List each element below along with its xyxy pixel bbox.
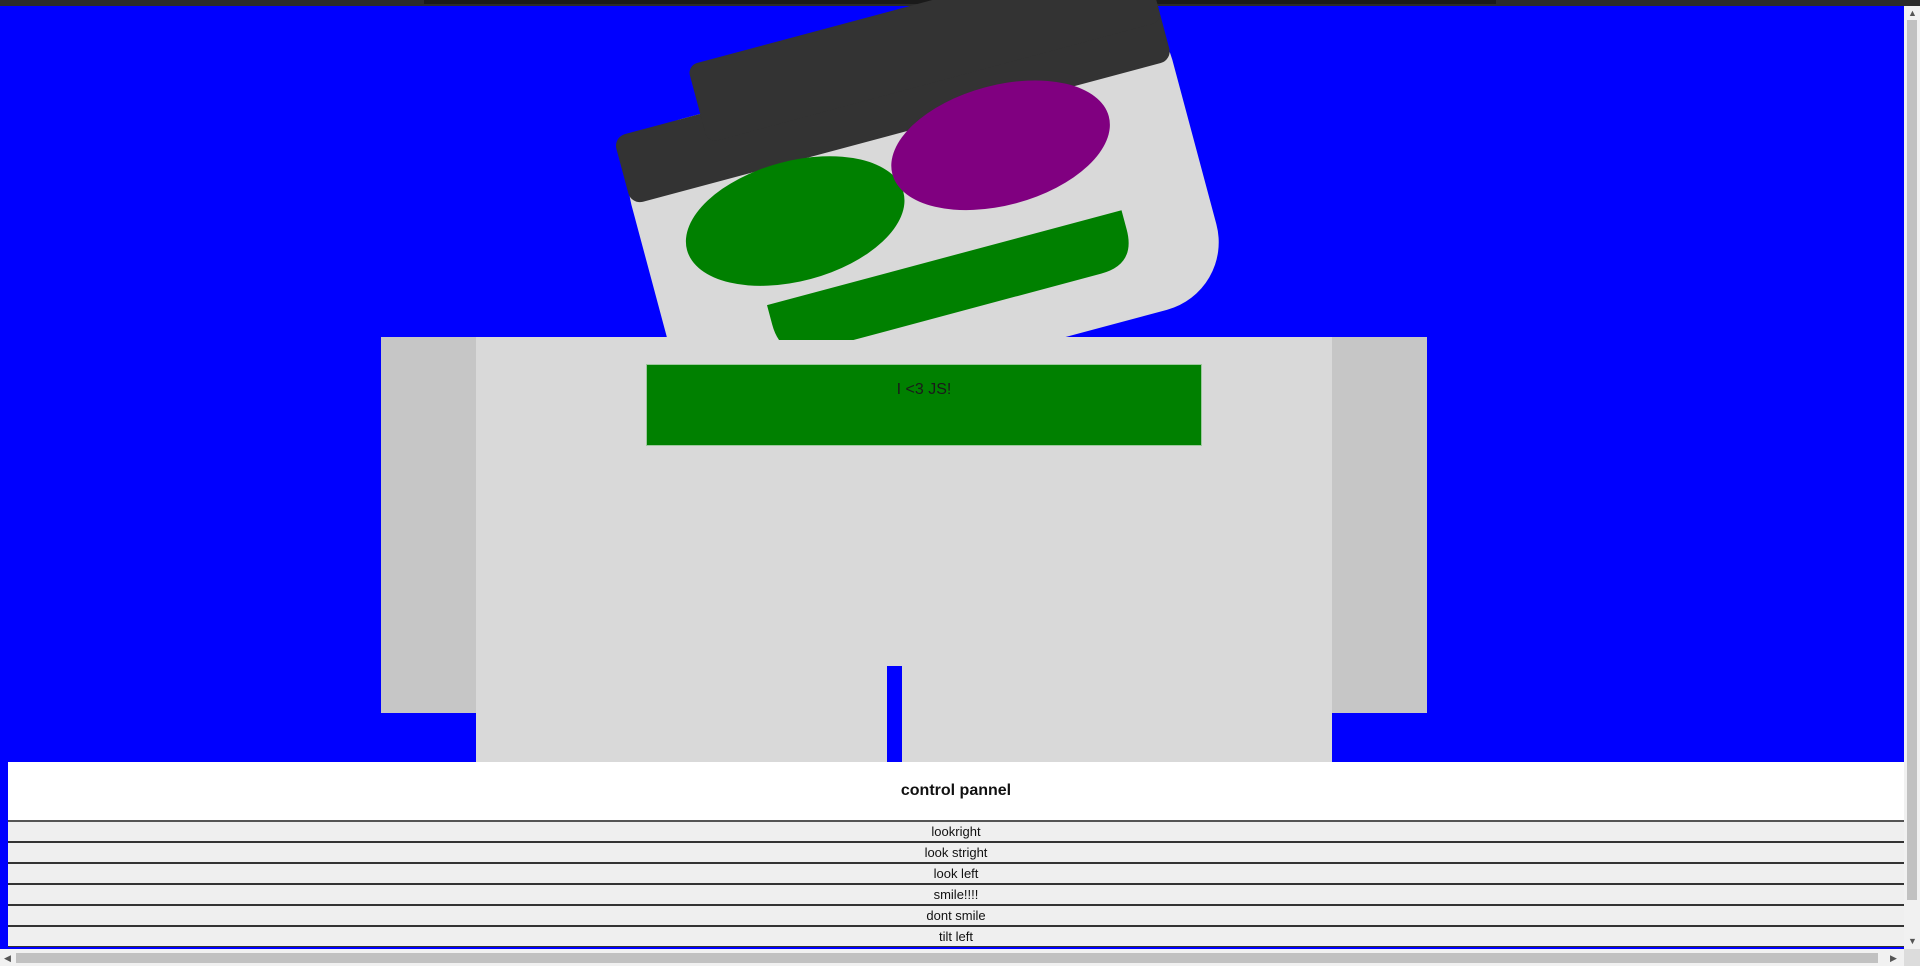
robot-head (616, 0, 1219, 340)
scroll-up-icon[interactable]: ▲ (1908, 8, 1917, 18)
robot-chest-screen: I <3 JS! (646, 364, 1202, 446)
horizontal-scroll-thumb[interactable] (16, 953, 1878, 963)
look-left-button[interactable]: look left (8, 864, 1904, 885)
control-panel: control pannel lookright look stright lo… (8, 762, 1904, 947)
shirt-text: I <3 JS! (896, 381, 952, 398)
look-right-button[interactable]: lookright (8, 822, 1904, 843)
dont-smile-button[interactable]: dont smile (8, 906, 1904, 927)
robot-right-arm (1332, 337, 1427, 713)
tilt-left-button[interactable]: tilt left (8, 927, 1904, 947)
scroll-right-icon[interactable]: ▶ (1890, 953, 1897, 963)
vertical-scroll-thumb[interactable] (1907, 20, 1917, 900)
horizontal-scrollbar[interactable]: ◀ ▶ (0, 949, 1904, 966)
look-straight-button[interactable]: look stright (8, 843, 1904, 864)
vertical-scrollbar[interactable]: ▲ ▼ (1904, 6, 1920, 949)
smile-button[interactable]: smile!!!! (8, 885, 1904, 906)
scroll-down-icon[interactable]: ▼ (1908, 936, 1917, 946)
robot-leg-gap (887, 666, 902, 762)
robot-left-arm (381, 337, 476, 713)
scrollbar-corner (1904, 949, 1920, 966)
scroll-left-icon[interactable]: ◀ (4, 953, 11, 963)
control-panel-title: control pannel (8, 762, 1904, 822)
